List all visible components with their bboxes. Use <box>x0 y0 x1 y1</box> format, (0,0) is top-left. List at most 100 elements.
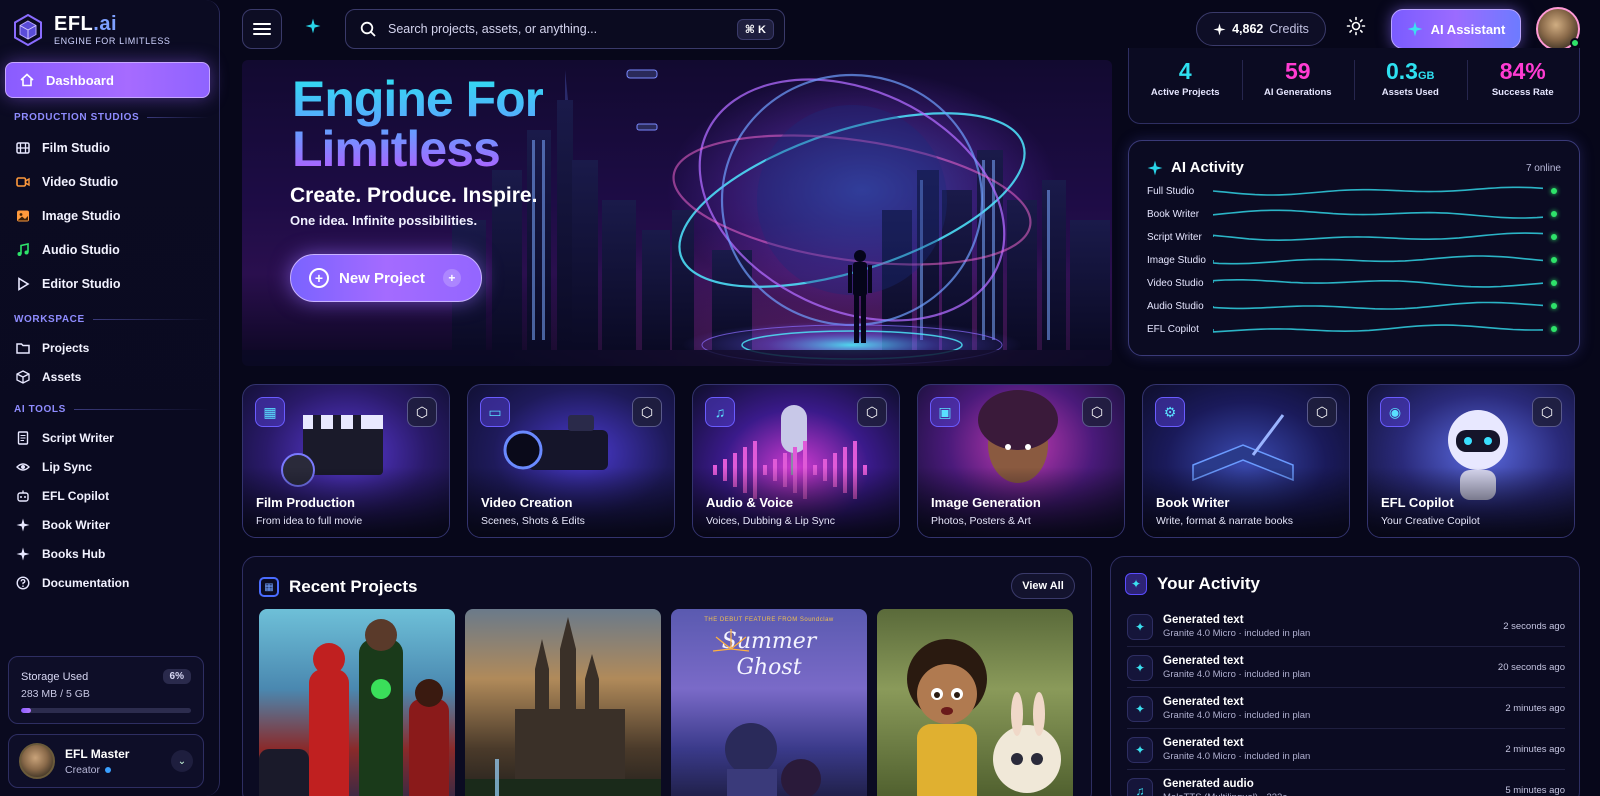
ai-activity-label: Script Writer <box>1147 231 1202 243</box>
studio-card[interactable]: ◉ ⬡ EFL Copilot Your Creative Copilot <box>1367 384 1575 538</box>
activity-item[interactable]: ♫ Generated audio MeloTTS (Multilingual) ·… <box>1127 771 1565 796</box>
studio-card[interactable]: ♫ ⬡ Audio & Voice Voices, Dubbing & Lip Syn… <box>692 384 900 538</box>
ai-assistant-button[interactable]: AI Assistant <box>1391 9 1521 49</box>
hero-title-line: Limitless <box>292 121 500 177</box>
project-thumbnail[interactable] <box>877 609 1073 796</box>
sidebar-item-dashboard[interactable]: Dashboard <box>5 62 210 98</box>
cube-icon[interactable]: ⬡ <box>1532 397 1562 427</box>
online-status-dot <box>1570 38 1580 48</box>
sidebar-item-editor-studio[interactable]: Editor Studio <box>16 277 120 291</box>
storage-progress-bar <box>21 708 191 713</box>
new-project-button[interactable]: + New Project + <box>290 254 482 302</box>
ai-activity-row: Full Studio <box>1147 183 1567 199</box>
studio-card[interactable]: ▣ ⬡ Image Generation Photos, Posters & Art <box>917 384 1125 538</box>
chevron-down-icon[interactable]: ⌄ <box>171 750 193 772</box>
stat-ai-generations: 59 AI Generations <box>1241 48 1355 123</box>
sidebar-item-label: Script Writer <box>42 431 114 445</box>
cube-icon[interactable]: ⬡ <box>1082 397 1112 427</box>
brand-logo[interactable]: EFL.ai ENGINE FOR LIMITLESS <box>14 14 171 46</box>
sidebar-item-film-studio[interactable]: Film Studio <box>16 141 110 155</box>
sidebar-item-audio-studio[interactable]: Audio Studio <box>16 243 120 257</box>
storage-percent-badge: 6% <box>162 669 191 684</box>
cube-icon[interactable]: ⬡ <box>407 397 437 427</box>
section-label: WORKSPACE <box>14 314 85 325</box>
activity-item[interactable]: ✦ Generated text Granite 4.0 Micro · inclu… <box>1127 689 1565 729</box>
sidebar-item-label: Books Hub <box>42 547 106 561</box>
sidebar-item-assets[interactable]: Assets <box>16 370 81 384</box>
studio-card[interactable]: ▦ ⬡ Film Production From idea to full movie <box>242 384 450 538</box>
castle-art <box>465 617 661 796</box>
activity-detail: MeloTTS (Multilingual) · 332c <box>1163 792 1287 796</box>
credits-value: 4,862 <box>1232 22 1264 36</box>
shortcut-hint: ⌘ K <box>736 18 774 40</box>
activity-item[interactable]: ✦ Generated text Granite 4.0 Micro · inclu… <box>1127 648 1565 688</box>
cube-icon[interactable]: ⬡ <box>1307 397 1337 427</box>
ai-activity-row: Book Writer <box>1147 206 1567 222</box>
activity-item[interactable]: ✦ Generated text Granite 4.0 Micro · inclu… <box>1127 607 1565 647</box>
your-activity-panel: ✦ Your Activity ✦ Generated text Granite 4… <box>1110 556 1580 796</box>
cartoon-girl-art <box>907 639 1061 796</box>
plus-icon: + <box>442 269 461 287</box>
view-all-button[interactable]: View All <box>1011 573 1075 599</box>
sidebar-item-script-writer[interactable]: Script Writer <box>16 431 114 445</box>
project-thumbnail[interactable] <box>259 609 455 796</box>
folder-icon <box>16 343 30 354</box>
activity-item[interactable]: ✦ Generated text Granite 4.0 Micro · inclu… <box>1127 730 1565 770</box>
stat-success-rate: 84% Success Rate <box>1466 48 1580 123</box>
ai-activity-row: Script Writer <box>1147 229 1567 245</box>
anime-poster-art <box>712 629 821 796</box>
video-icon: ▭ <box>480 397 510 427</box>
project-thumbnail[interactable]: THE DEBUT FEATURE FROM Soundclaw Summer G… <box>671 609 867 796</box>
sparkle-icon <box>1147 160 1163 175</box>
user-profile-card[interactable]: EFL Master Creator ⌄ <box>8 734 204 788</box>
ai-activity-row: EFL Copilot <box>1147 321 1567 337</box>
cube-icon <box>16 370 30 384</box>
studio-card-subtitle: Scenes, Shots & Edits <box>481 515 585 527</box>
project-thumbnail[interactable] <box>465 609 661 796</box>
sidebar-item-label: Book Writer <box>42 518 110 532</box>
studio-card[interactable]: ▭ ⬡ Video Creation Scenes, Shots & Edits <box>467 384 675 538</box>
help-icon <box>16 576 30 590</box>
sidebar-item-books-hub[interactable]: Books Hub <box>16 547 105 561</box>
sidebar-item-documentation[interactable]: Documentation <box>16 576 129 590</box>
online-status-dot <box>1551 188 1557 194</box>
online-status-dot <box>1551 303 1557 309</box>
sparkle-icon <box>16 547 30 561</box>
credits-badge[interactable]: 4,862 Credits <box>1196 12 1326 46</box>
sidebar-item-label: Image Studio <box>42 209 121 223</box>
studio-card[interactable]: ⚙ ⬡ Book Writer Write, format & narrate boo… <box>1142 384 1350 538</box>
sparkle-icon <box>1213 22 1226 36</box>
search-bar[interactable]: Search projects, assets, or anything... … <box>345 9 785 49</box>
ai-activity-label: Audio Studio <box>1147 300 1204 312</box>
stat-value: 59 <box>1284 58 1311 84</box>
stat-label: Assets Used <box>1381 87 1439 98</box>
sidebar-item-book-writer[interactable]: Book Writer <box>16 518 110 532</box>
activity-detail: Granite 4.0 Micro · included in plan <box>1163 628 1311 639</box>
sidebar-item-projects[interactable]: Projects <box>16 341 89 355</box>
cube-icon[interactable]: ⬡ <box>857 397 887 427</box>
home-icon <box>20 73 34 87</box>
hero-title: Engine For Limitless <box>292 74 543 174</box>
sidebar-item-image-studio[interactable]: Image Studio <box>16 209 120 223</box>
menu-button[interactable] <box>242 9 282 49</box>
user-role: Creator <box>65 763 101 776</box>
studio-card-subtitle: Voices, Dubbing & Lip Sync <box>706 515 835 527</box>
plus-circle-icon: + <box>309 268 329 288</box>
stat-active-projects: 4 Active Projects <box>1129 48 1242 123</box>
sparkle-icon[interactable] <box>305 18 321 34</box>
sidebar-item-lip-sync[interactable]: Lip Sync <box>16 460 92 474</box>
play-icon <box>18 277 30 291</box>
search-input[interactable]: Search projects, assets, or anything... <box>388 22 597 36</box>
music-icon <box>17 243 29 256</box>
cube-icon[interactable]: ⬡ <box>632 397 662 427</box>
stat-value: 84% <box>1499 58 1546 84</box>
studio-card-title: Book Writer <box>1156 495 1230 510</box>
sidebar-item-efl-copilot[interactable]: EFL Copilot <box>16 489 109 503</box>
activity-title: Generated text <box>1163 737 1244 749</box>
ai-activity-panel: AI Activity 7 online Full Studio Book Wri… <box>1128 140 1580 356</box>
sidebar-item-label: Assets <box>42 370 82 384</box>
sidebar-item-video-studio[interactable]: Video Studio <box>16 175 118 189</box>
sun-icon[interactable] <box>1346 16 1366 36</box>
sidebar-item-label: Audio Studio <box>42 243 120 257</box>
stat-assets-used: 0.3GB Assets Used <box>1354 48 1467 123</box>
